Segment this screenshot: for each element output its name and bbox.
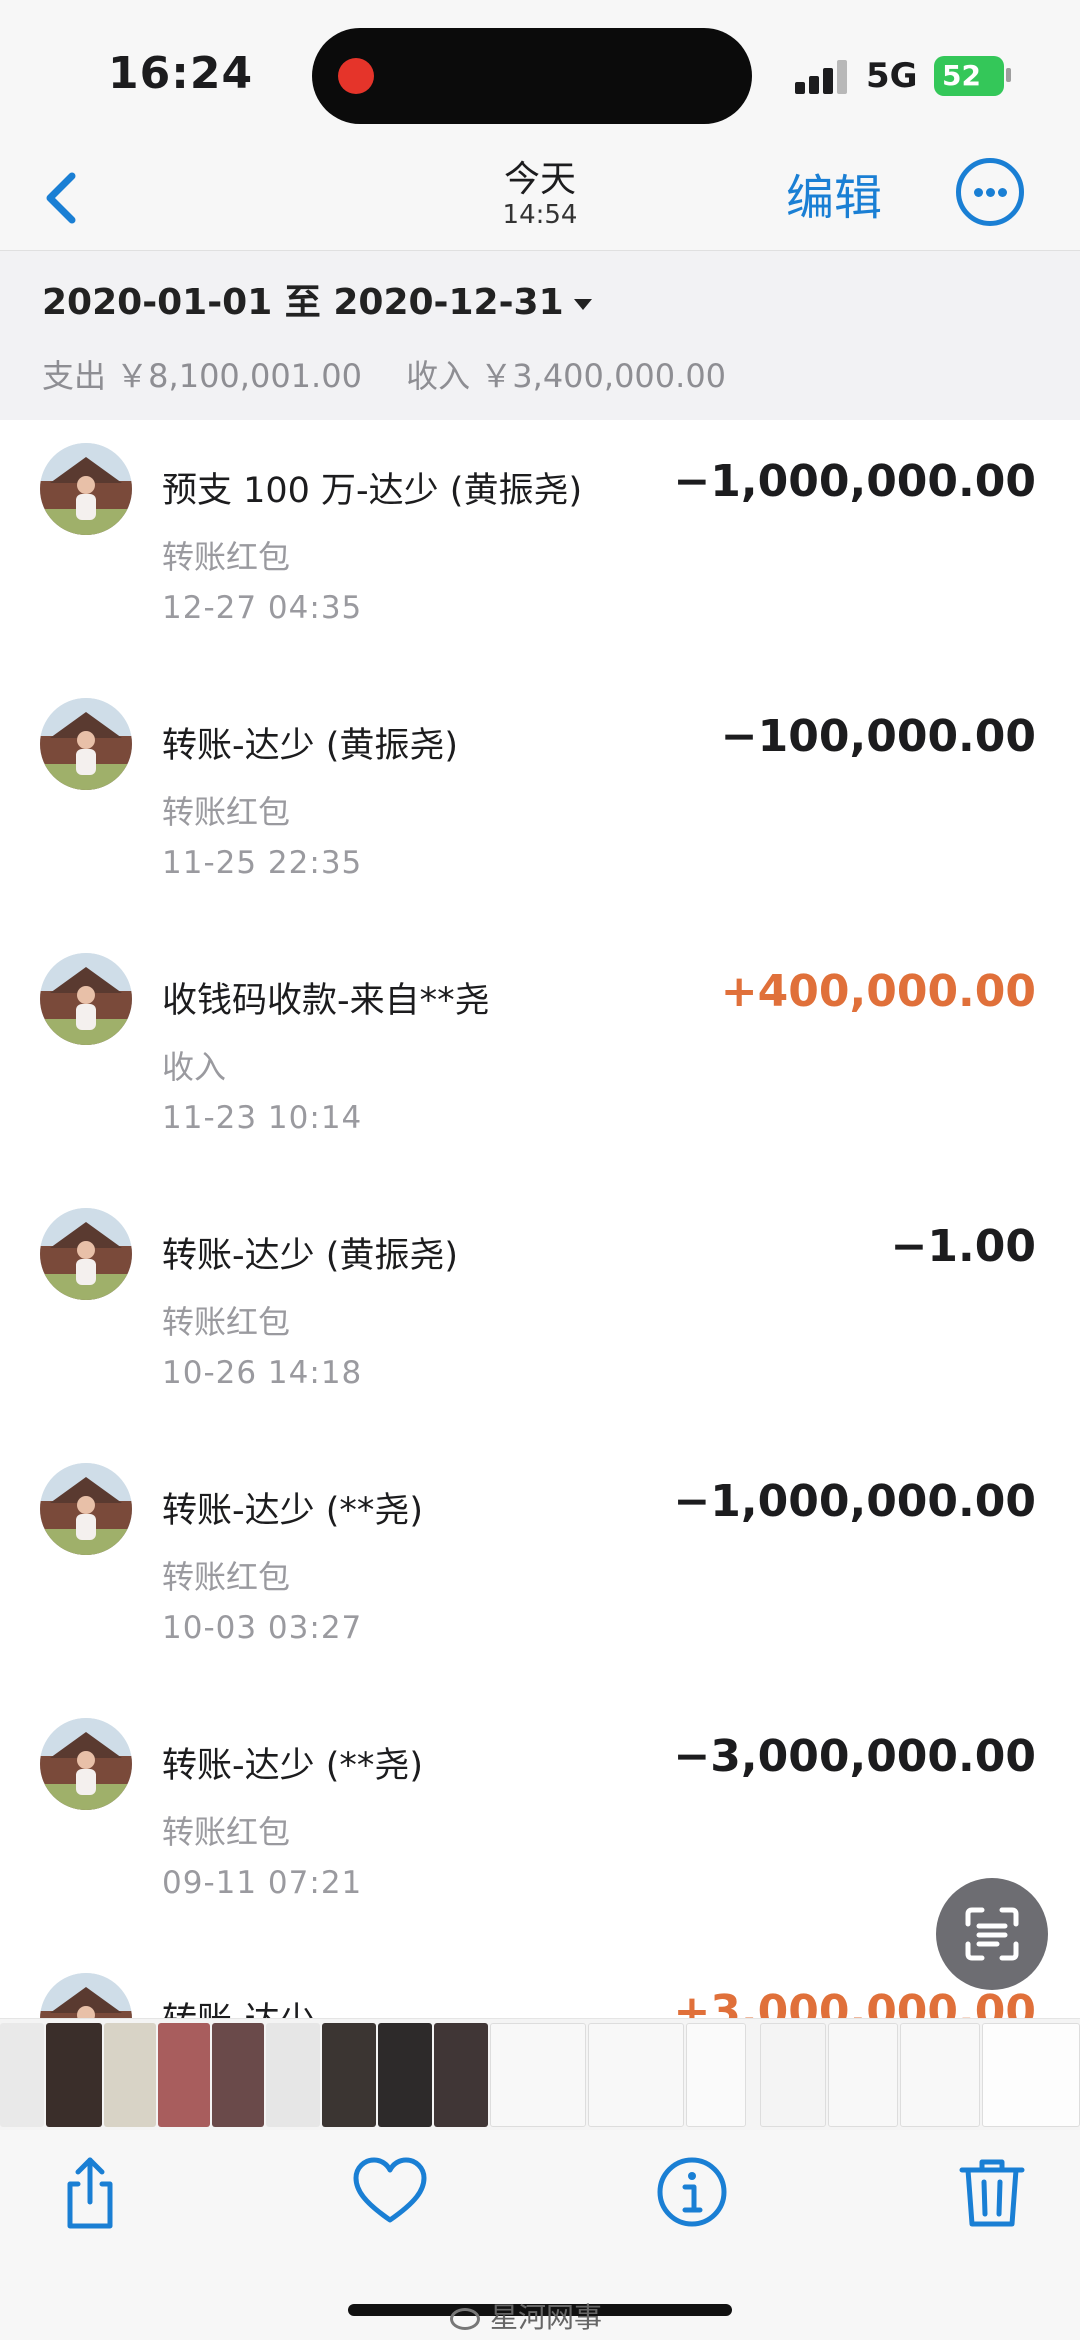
transaction-time: 11-23 10:14 xyxy=(162,1100,363,1136)
weibo-logo-icon xyxy=(450,2308,480,2330)
transaction-category: 转账红包 xyxy=(162,1813,291,1851)
nav-subtitle: 14:54 xyxy=(502,200,578,230)
photo-thumbnail[interactable] xyxy=(588,2023,684,2127)
transaction-row[interactable]: 转账-达少 (黄振尧) −1.00 转账红包 10-26 14:18 xyxy=(0,1185,1080,1440)
status-bar: 16:24 5G 52 xyxy=(0,0,1080,150)
transaction-row[interactable]: 转账-达少 (**尧) −3,000,000.00 转账红包 09-11 07:… xyxy=(0,1695,1080,1950)
avatar xyxy=(40,953,132,1045)
photo-thumbnail[interactable] xyxy=(46,2023,102,2127)
avatar xyxy=(40,698,132,790)
transaction-title: 预支 100 万-达少 (黄振尧) xyxy=(162,471,583,511)
photo-thumbnail[interactable] xyxy=(490,2023,586,2127)
scan-text-icon xyxy=(965,1907,1019,1961)
date-range-label: 2020-01-01 至 2020-12-31 xyxy=(42,282,564,323)
transaction-title: 转账-达少 (**尧) xyxy=(162,1491,424,1531)
status-time: 16:24 xyxy=(108,48,254,99)
watermark: 星河网事 xyxy=(450,2296,602,2336)
photo-thumbnail[interactable] xyxy=(212,2023,264,2127)
info-button[interactable] xyxy=(652,2152,732,2232)
caret-down-icon xyxy=(573,298,592,310)
avatar xyxy=(40,443,132,535)
transaction-time: 09-11 07:21 xyxy=(162,1865,363,1901)
transaction-row[interactable]: 收钱码收款-来自**尧 +400,000.00 收入 11-23 10:14 xyxy=(0,930,1080,1185)
edit-button[interactable]: 编辑 xyxy=(786,158,882,228)
battery-tip xyxy=(1006,68,1011,82)
transaction-amount: −1,000,000.00 xyxy=(673,456,1036,507)
transaction-category: 转账红包 xyxy=(162,538,291,576)
photo-thumbnail[interactable] xyxy=(0,2023,44,2127)
photo-thumbnail[interactable] xyxy=(378,2023,432,2127)
transaction-row[interactable]: 转账-达少 (**尧) −1,000,000.00 转账红包 10-03 03:… xyxy=(0,1440,1080,1695)
expense-total: 支出 ￥8,100,001.00 xyxy=(42,357,362,395)
transaction-time: 10-26 14:18 xyxy=(162,1355,363,1391)
transaction-amount: −1.00 xyxy=(890,1221,1036,1272)
photo-thumbnail[interactable] xyxy=(434,2023,488,2127)
share-button[interactable] xyxy=(50,2152,130,2232)
date-range-selector[interactable]: 2020-01-01 至 2020-12-31 xyxy=(42,273,592,325)
transaction-title: 转账-达少 (**尧) xyxy=(162,1746,424,1786)
range-summary: 支出 ￥8,100,001.00 收入 ￥3,400,000.00 xyxy=(42,351,760,397)
delete-button[interactable] xyxy=(952,2152,1032,2232)
heart-icon xyxy=(353,2157,427,2223)
avatar xyxy=(40,1463,132,1555)
income-total: 收入 ￥3,400,000.00 xyxy=(406,357,727,395)
battery-icon: 52 xyxy=(934,56,1004,96)
photo-thumbnail[interactable] xyxy=(760,2023,826,2127)
trash-icon xyxy=(959,2159,1025,2227)
photo-thumbnail[interactable] xyxy=(322,2023,376,2127)
share-icon xyxy=(67,2157,113,2229)
battery-level: 52 xyxy=(942,59,981,92)
transaction-category: 转账红包 xyxy=(162,1558,291,1596)
transaction-row[interactable]: 转账-达少 (黄振尧) −100,000.00 转账红包 11-25 22:35 xyxy=(0,675,1080,930)
recording-indicator-icon xyxy=(338,58,374,94)
transaction-title: 收钱码收款-来自**尧 xyxy=(162,981,490,1021)
photo-thumbnail[interactable] xyxy=(900,2023,980,2127)
photo-thumbnail[interactable] xyxy=(158,2023,210,2127)
photo-thumbnail[interactable] xyxy=(266,2023,320,2127)
transaction-amount: −1,000,000.00 xyxy=(673,1476,1036,1527)
favorite-button[interactable] xyxy=(350,2152,430,2232)
transaction-list: 预支 100 万-达少 (黄振尧) −1,000,000.00 转账红包 12-… xyxy=(0,420,1080,2030)
scan-text-button[interactable] xyxy=(936,1878,1048,1990)
network-type: 5G xyxy=(866,56,918,96)
transaction-row[interactable]: 预支 100 万-达少 (黄振尧) −1,000,000.00 转账红包 12-… xyxy=(0,420,1080,675)
more-button[interactable] xyxy=(956,158,1024,226)
info-icon xyxy=(657,2157,727,2227)
transaction-amount: +400,000.00 xyxy=(720,966,1036,1017)
photo-thumbnail[interactable] xyxy=(104,2023,156,2127)
photo-thumbnail-strip[interactable] xyxy=(0,2018,1080,2130)
photo-thumbnail[interactable] xyxy=(828,2023,898,2127)
signal-icon xyxy=(795,60,851,94)
transaction-category: 转账红包 xyxy=(162,1303,291,1341)
photo-thumbnail[interactable] xyxy=(982,2023,1080,2127)
nav-title: 今天 xyxy=(503,159,576,200)
transaction-amount: −100,000.00 xyxy=(720,711,1036,762)
avatar xyxy=(40,1718,132,1810)
transaction-time: 11-25 22:35 xyxy=(162,845,363,881)
transaction-title: 转账-达少 (黄振尧) xyxy=(162,1236,459,1276)
watermark-text: 星河网事 xyxy=(490,2301,603,2334)
date-range-header: 2020-01-01 至 2020-12-31 支出 ￥8,100,001.00… xyxy=(0,250,1080,420)
transaction-title: 转账-达少 (黄振尧) xyxy=(162,726,459,766)
transaction-amount: −3,000,000.00 xyxy=(673,1731,1036,1782)
avatar xyxy=(40,1208,132,1300)
transaction-time: 10-03 03:27 xyxy=(162,1610,363,1646)
transaction-category: 转账红包 xyxy=(162,793,291,831)
nav-bar: 今天 14:54 编辑 xyxy=(0,150,1080,250)
dynamic-island xyxy=(312,28,752,124)
transaction-category: 收入 xyxy=(162,1048,227,1086)
transaction-time: 12-27 04:35 xyxy=(162,590,363,626)
more-circle-icon xyxy=(974,188,983,197)
photo-thumbnail[interactable] xyxy=(686,2023,746,2127)
